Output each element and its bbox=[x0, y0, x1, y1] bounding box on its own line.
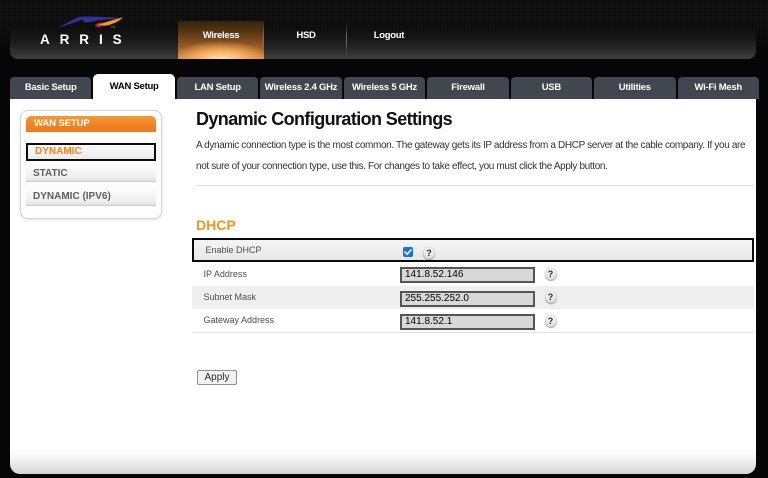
svg-text:TM: TM bbox=[111, 25, 116, 29]
